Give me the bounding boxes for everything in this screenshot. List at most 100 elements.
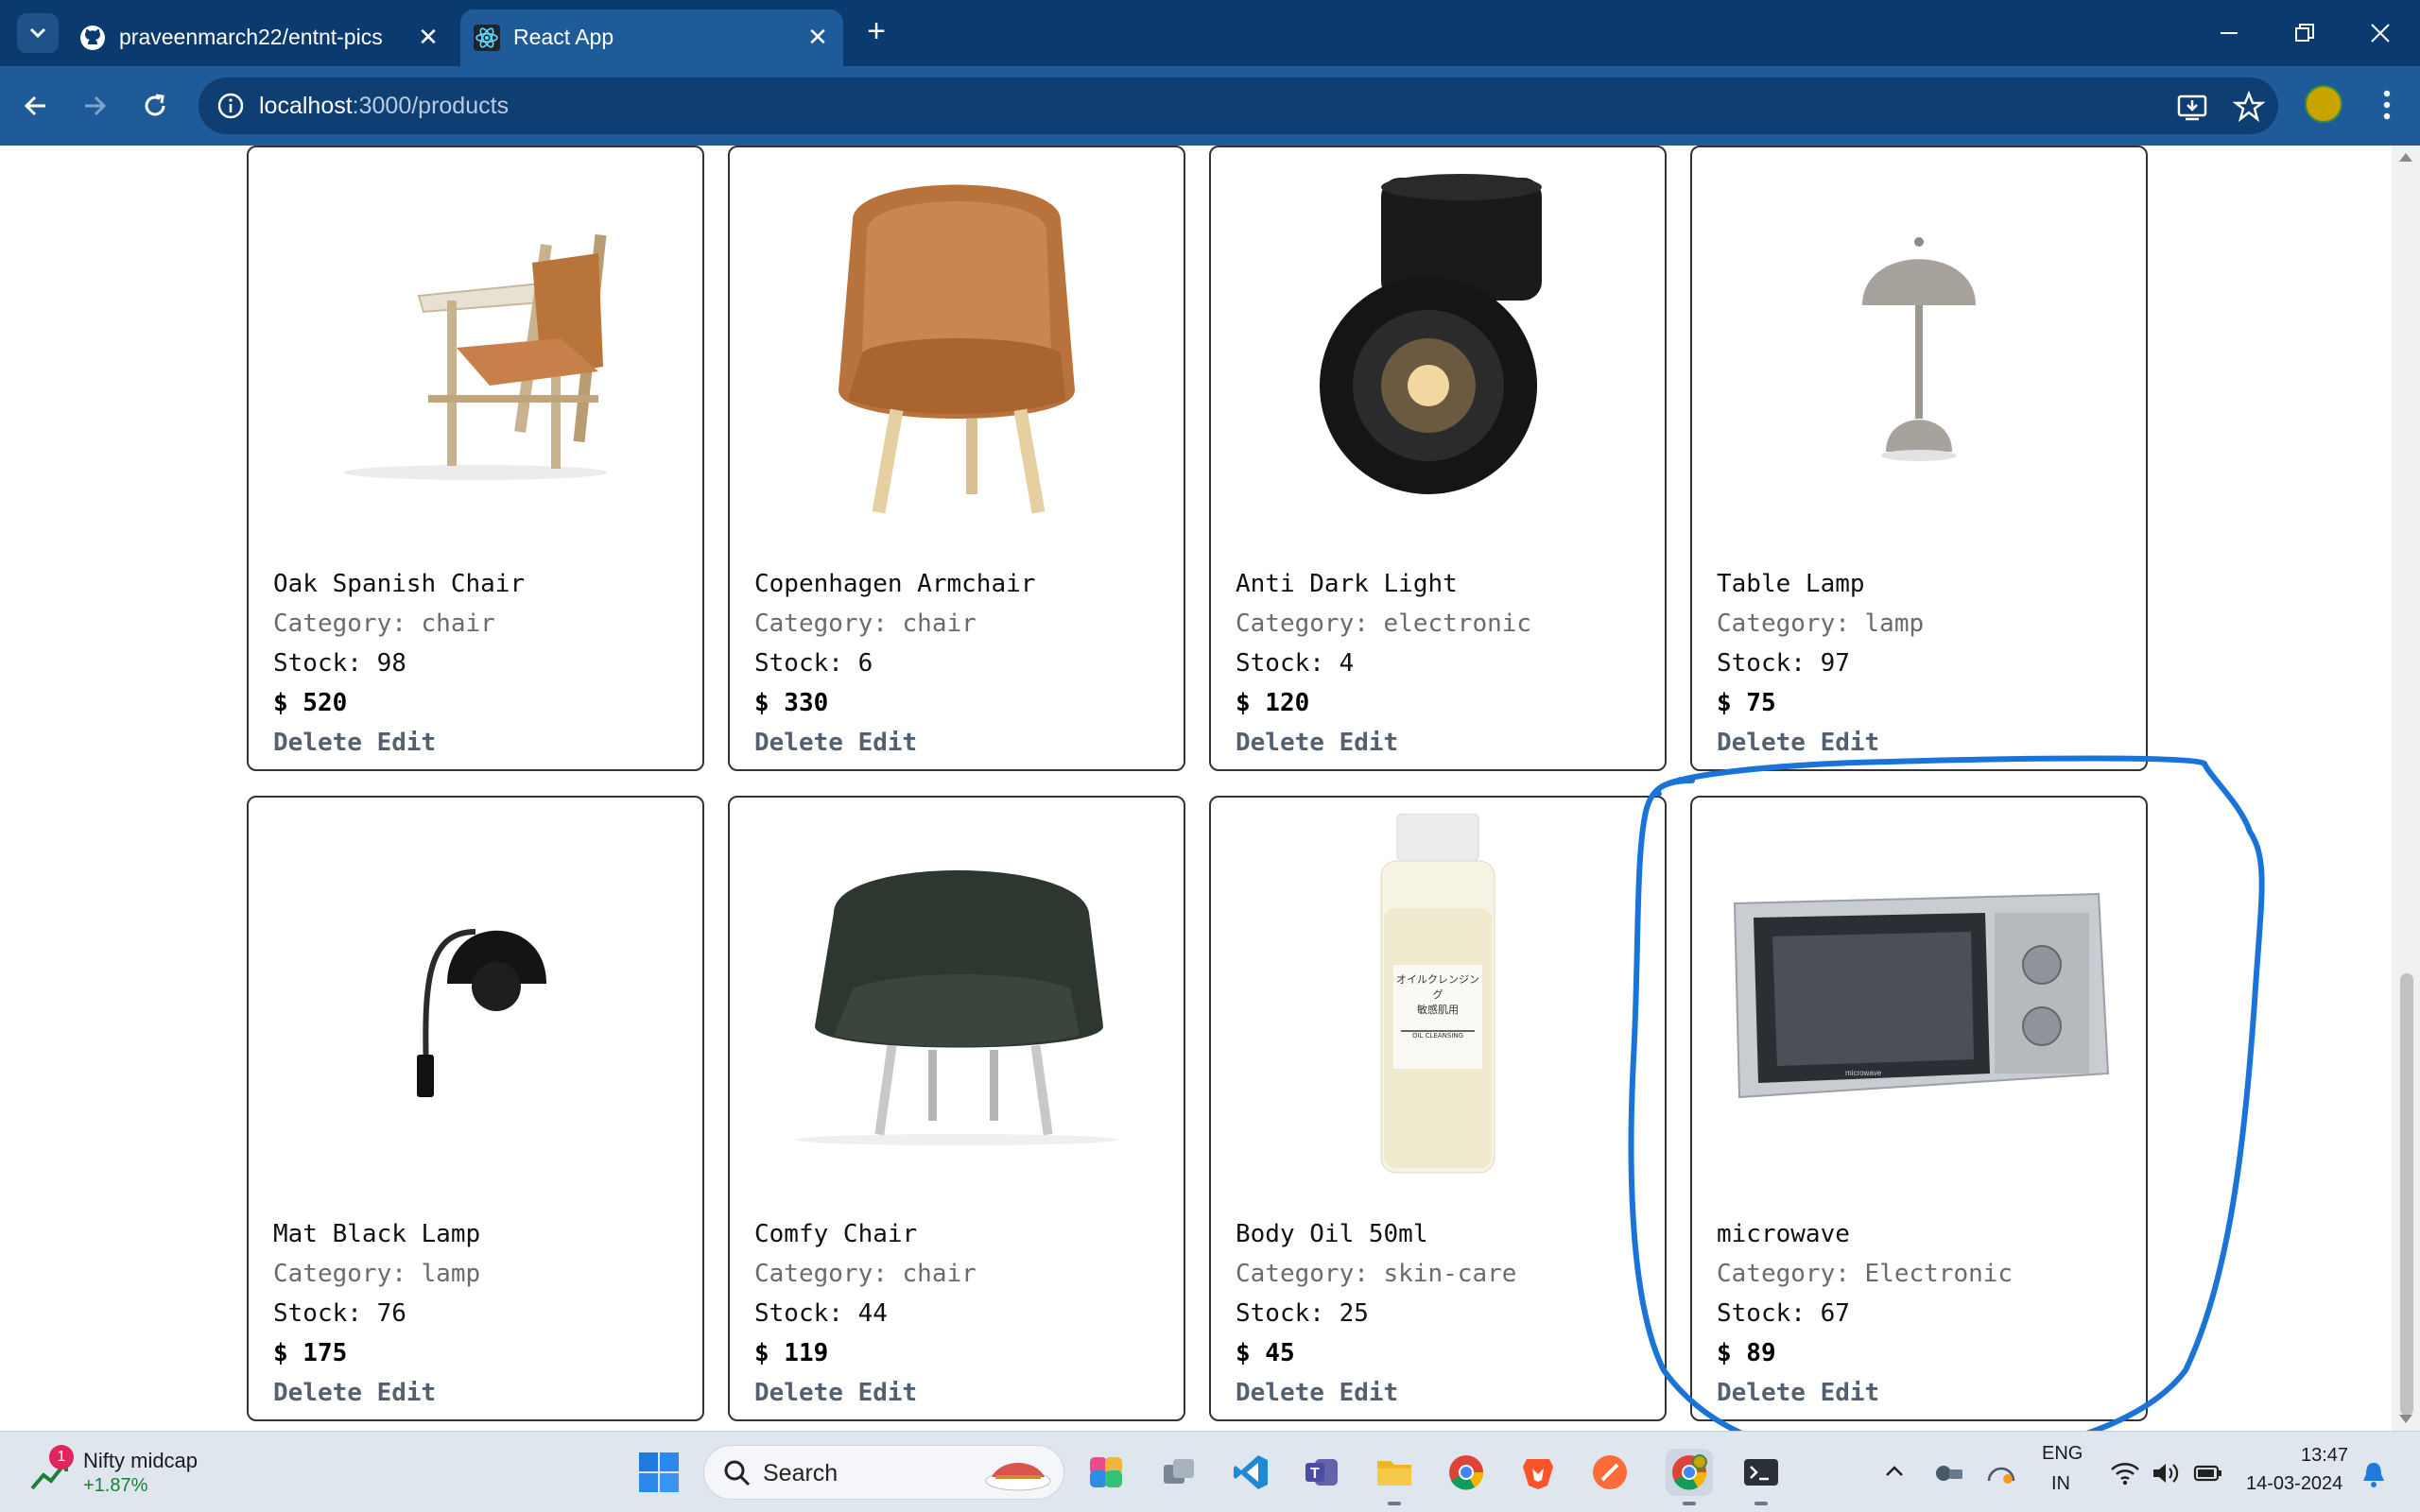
news-widget[interactable]: 1 Nifty midcap +1.87% (28, 1445, 236, 1502)
delete-button[interactable]: Delete (1236, 729, 1324, 757)
new-tab-button[interactable]: + (858, 13, 894, 51)
product-price: $ 89 (1717, 1339, 1776, 1367)
close-window-button[interactable] (2352, 11, 2409, 55)
arrow-left-icon (24, 95, 45, 116)
install-app-icon[interactable] (2176, 91, 2208, 123)
product-stock: Stock: 4 (1236, 649, 1355, 678)
product-card: Oak Spanish Chair Category: chair Stock:… (247, 146, 704, 771)
windows-start-icon[interactable] (639, 1452, 679, 1492)
tab-github[interactable]: praveenmarch22/entnt-pics ✕ (66, 9, 454, 66)
delete-button[interactable]: Delete (273, 1379, 362, 1407)
product-price: $ 119 (754, 1339, 829, 1367)
product-category: Category: chair (754, 610, 977, 638)
product-actions: Delete Edit (273, 729, 436, 757)
edit-button[interactable]: Edit (1340, 1379, 1399, 1407)
product-price: $ 330 (754, 689, 829, 717)
network-tray-icon[interactable] (1932, 1458, 1964, 1486)
product-stock: Stock: 6 (754, 649, 873, 678)
product-card: Table Lamp Category: lamp Stock: 97 $ 75… (1690, 146, 2148, 771)
product-category: Category: chair (273, 610, 495, 638)
product-category: Category: lamp (1717, 610, 1925, 638)
taskbar-task-view[interactable] (1155, 1449, 1202, 1496)
edit-button[interactable]: Edit (1821, 1379, 1880, 1407)
close-tab-icon[interactable]: ✕ (802, 21, 834, 53)
restore-icon (2295, 24, 2314, 42)
volume-icon[interactable] (2152, 1460, 2182, 1486)
reload-icon (145, 94, 165, 116)
product-name: Mat Black Lamp (273, 1220, 481, 1248)
scroll-up-arrow-icon[interactable] (2399, 153, 2412, 162)
product-actions: Delete Edit (754, 729, 917, 757)
restore-button[interactable] (2276, 11, 2333, 55)
edit-button[interactable]: Edit (1340, 729, 1399, 757)
location-tray-icon[interactable] (1985, 1458, 2017, 1486)
page-scrollbar[interactable] (2392, 146, 2420, 1431)
bottle-label-line3: OIL CLEANSING (1411, 1032, 1464, 1040)
taskbar-teams[interactable]: T (1299, 1449, 1346, 1496)
brave-lion-icon (1523, 1459, 1553, 1489)
address-bar[interactable]: localhost:3000/products (199, 77, 2278, 134)
product-stock: Stock: 97 (1717, 649, 1850, 678)
pie-illustration-icon (985, 1463, 1051, 1491)
wifi-icon[interactable] (2110, 1460, 2140, 1486)
scrollbar-thumb[interactable] (2400, 973, 2413, 1416)
chevron-down-icon (29, 27, 46, 39)
close-icon (2371, 24, 2390, 43)
product-price: $ 45 (1236, 1339, 1295, 1367)
taskbar-terminal[interactable] (1737, 1449, 1785, 1505)
edit-button[interactable]: Edit (858, 729, 918, 757)
product-category: Category: chair (754, 1260, 977, 1288)
delete-button[interactable]: Delete (1236, 1379, 1324, 1407)
edit-button[interactable]: Edit (1821, 729, 1880, 757)
close-tab-icon[interactable]: ✕ (412, 21, 444, 53)
products-page: Oak Spanish Chair Category: chair Stock:… (0, 146, 2392, 1431)
bookmark-star-icon[interactable] (2233, 91, 2265, 123)
taskbar-brave[interactable] (1514, 1449, 1562, 1496)
product-stock: Stock: 44 (754, 1299, 888, 1328)
reload-button[interactable] (132, 83, 178, 129)
delete-button[interactable]: Delete (1717, 1379, 1806, 1407)
delete-button[interactable]: Delete (1717, 729, 1806, 757)
product-card: オイルクレンジング 敏感肌用 OIL CLEANSING Body Oil 50… (1209, 796, 1667, 1421)
language-indicator-bottom[interactable]: IN (2051, 1473, 2070, 1495)
microwave-image: microwave (1703, 809, 2135, 1187)
edit-button[interactable]: Edit (377, 1379, 437, 1407)
tan-armchair-image (741, 159, 1172, 537)
profile-avatar[interactable] (2305, 85, 2342, 123)
delete-button[interactable]: Delete (754, 1379, 843, 1407)
taskbar-chrome[interactable] (1443, 1449, 1490, 1496)
product-stock: Stock: 67 (1717, 1299, 1850, 1328)
back-button[interactable] (13, 83, 59, 129)
battery-icon[interactable] (2193, 1460, 2223, 1486)
product-card: microwave microwave Category: Electronic… (1690, 796, 2148, 1421)
windows-taskbar: 1 Nifty midcap +1.87% Search T ENG IN 13… (0, 1431, 2420, 1512)
edit-button[interactable]: Edit (377, 729, 437, 757)
minimize-button[interactable] (2201, 11, 2257, 55)
taskbar-postman[interactable] (1586, 1449, 1634, 1496)
tab-search-button[interactable] (17, 13, 59, 53)
tab-title: praveenmarch22/entnt-pics (119, 25, 383, 49)
scroll-down-arrow-icon[interactable] (2399, 1415, 2412, 1423)
notification-bell-icon[interactable] (2361, 1460, 2386, 1488)
taskbar-vscode[interactable] (1227, 1449, 1274, 1496)
forward-button[interactable] (72, 83, 117, 129)
more-menu-icon[interactable] (2373, 85, 2401, 125)
browser-toolbar: localhost:3000/products (0, 66, 2420, 146)
delete-button[interactable]: Delete (754, 729, 843, 757)
browser-tab-strip: praveenmarch22/entnt-pics ✕ React App ✕ … (0, 0, 2420, 66)
taskbar-file-explorer[interactable] (1371, 1449, 1418, 1505)
clock-date[interactable]: 14-03-2024 (2246, 1473, 2342, 1495)
oil-bottle-image: オイルクレンジング 敏感肌用 OIL CLEANSING (1222, 809, 1653, 1187)
taskbar-copilot[interactable] (1083, 1449, 1131, 1496)
site-info-icon[interactable] (216, 91, 246, 121)
tab-react-app[interactable]: React App ✕ (460, 9, 843, 66)
taskbar-search[interactable]: Search (703, 1445, 1064, 1500)
minimize-icon (2221, 32, 2238, 34)
edit-button[interactable]: Edit (858, 1379, 918, 1407)
product-name: Copenhagen Armchair (754, 570, 1036, 598)
language-indicator-top[interactable]: ENG (2042, 1443, 2083, 1465)
taskbar-chrome-profile[interactable] (1666, 1449, 1713, 1505)
clock-time[interactable]: 13:47 (2301, 1445, 2348, 1467)
chevron-up-icon[interactable] (1883, 1460, 1906, 1483)
delete-button[interactable]: Delete (273, 729, 362, 757)
